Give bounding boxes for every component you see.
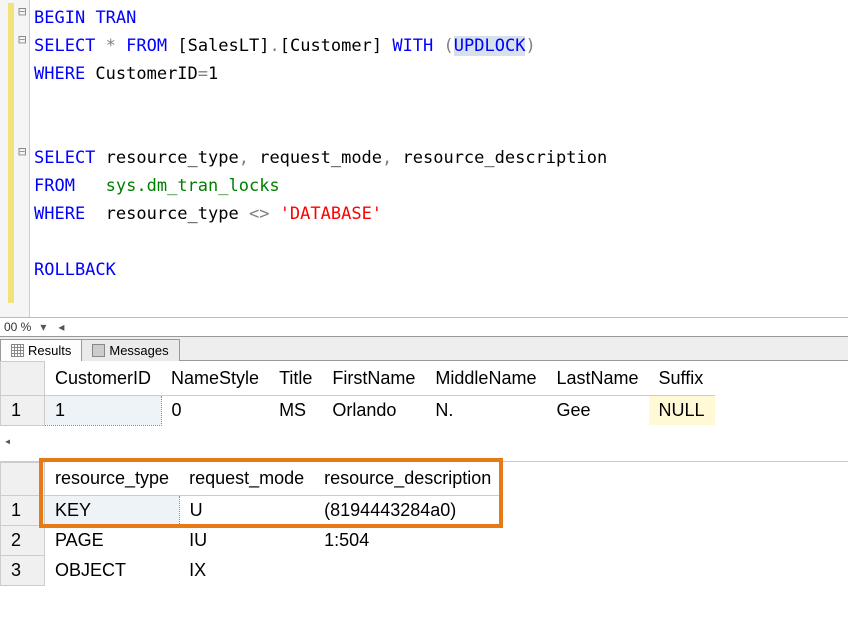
editor-gutter: ⊟ ⊟ ⊟ (0, 0, 30, 317)
cell[interactable]: 1:504 (314, 526, 501, 556)
column-header[interactable]: FirstName (322, 362, 425, 396)
row-number[interactable]: 1 (1, 395, 45, 425)
cell[interactable]: IX (179, 556, 314, 586)
cell[interactable]: IU (179, 526, 314, 556)
cell[interactable]: N. (425, 395, 546, 425)
tab-messages[interactable]: Messages (81, 339, 179, 361)
column-header[interactable]: request_mode (179, 462, 314, 496)
messages-icon (92, 344, 105, 357)
row-number[interactable]: 2 (1, 526, 45, 556)
column-header[interactable]: LastName (546, 362, 648, 396)
column-header[interactable]: Suffix (649, 362, 715, 396)
results-tabs: Results Messages (0, 337, 848, 361)
column-header[interactable]: MiddleName (425, 362, 546, 396)
cell[interactable]: PAGE (45, 526, 180, 556)
table-row[interactable]: 110MSOrlandoN.GeeNULL (1, 395, 715, 425)
tab-label: Messages (109, 343, 168, 358)
column-header[interactable]: resource_type (45, 462, 180, 496)
tab-results[interactable]: Results (0, 339, 82, 361)
collapse-icon[interactable]: ⊟ (18, 4, 26, 20)
row-number[interactable]: 1 (1, 496, 45, 526)
cell[interactable]: U (179, 496, 314, 526)
change-marker (8, 3, 14, 303)
grid-icon (11, 344, 24, 357)
grid-divider: ◂ (0, 426, 848, 462)
scroll-left-icon[interactable]: ◂ (55, 321, 67, 333)
collapse-icon[interactable]: ⊟ (18, 32, 26, 48)
results-grid-2: resource_typerequest_moderesource_descri… (0, 462, 848, 587)
zoom-level: 00 % (4, 320, 31, 334)
scroll-left-icon[interactable]: ◂ (4, 434, 11, 448)
cell[interactable]: MS (269, 395, 322, 425)
cell[interactable]: 1 (45, 395, 162, 425)
column-header[interactable]: CustomerID (45, 362, 162, 396)
zoom-bar: 00 % ▾ ◂ (0, 318, 848, 337)
row-header-corner (1, 462, 45, 496)
column-header[interactable]: resource_description (314, 462, 501, 496)
table-row[interactable]: 1KEYU(8194443284a0) (1, 496, 502, 526)
zoom-dropdown-icon[interactable]: ▾ (37, 321, 49, 333)
sql-editor[interactable]: ⊟ ⊟ ⊟ BEGIN TRAN SELECT * FROM [SalesLT]… (0, 0, 848, 318)
cell[interactable] (314, 556, 501, 586)
table-row[interactable]: 2PAGEIU1:504 (1, 526, 502, 556)
table-row[interactable]: 3OBJECTIX (1, 556, 502, 586)
column-header[interactable]: NameStyle (161, 362, 269, 396)
cell[interactable]: 0 (161, 395, 269, 425)
collapse-icon[interactable]: ⊟ (18, 144, 26, 160)
cell[interactable]: KEY (45, 496, 180, 526)
code-area[interactable]: BEGIN TRAN SELECT * FROM [SalesLT].[Cust… (30, 0, 611, 317)
cell[interactable]: Orlando (322, 395, 425, 425)
row-number[interactable]: 3 (1, 556, 45, 586)
cell[interactable]: Gee (546, 395, 648, 425)
cell[interactable]: OBJECT (45, 556, 180, 586)
row-header-corner (1, 362, 45, 396)
column-header[interactable]: Title (269, 362, 322, 396)
cell[interactable]: NULL (649, 395, 715, 425)
cell[interactable]: (8194443284a0) (314, 496, 501, 526)
results-grid-1: CustomerIDNameStyleTitleFirstNameMiddleN… (0, 361, 848, 426)
tab-label: Results (28, 343, 71, 358)
